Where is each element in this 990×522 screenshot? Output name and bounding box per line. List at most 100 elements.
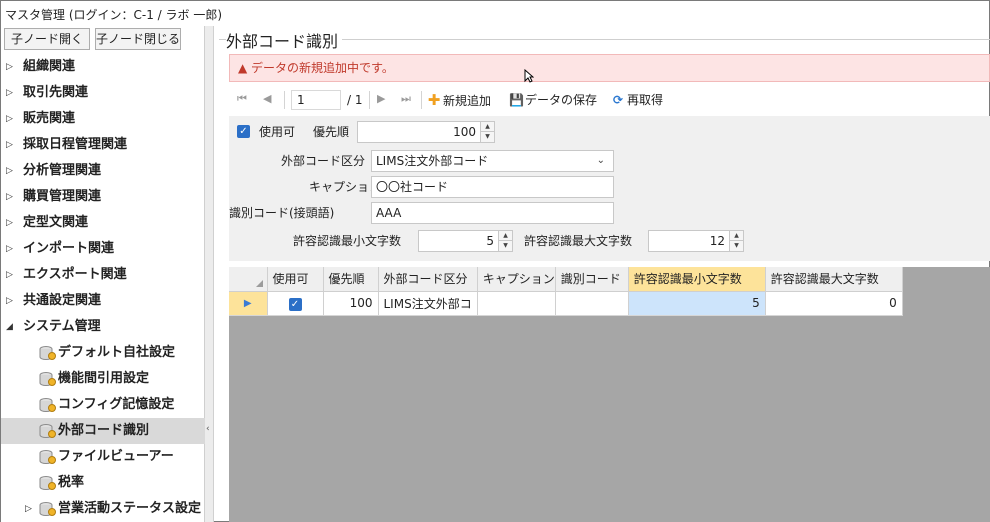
tree-child-item[interactable]: コンフィグ記憶設定 (1, 392, 205, 418)
column-header[interactable]: 許容認識最大文字数 (765, 267, 903, 292)
prefix-input[interactable]: AAA (371, 202, 614, 224)
left-panel: 子ノード開く 子ノード閉じる ▷ 組織関連 ▷ 取引先関連 ▷ 販売関連 ▷ 採取日程管… (1, 26, 205, 522)
data-grid: 使用可 優先順 外部コード区分 キャプション 識別コード 許容認識最小文字数 許… (229, 267, 903, 316)
nav-separator (369, 91, 370, 109)
database-icon (39, 372, 56, 387)
expand-arrow-icon[interactable]: ▷ (6, 262, 13, 288)
page-title: 外部コード識別 (226, 28, 343, 52)
checkbox-icon[interactable]: ✓ (288, 297, 302, 311)
tree-item[interactable]: ▷ 共通設定関連 (1, 288, 205, 314)
tree-child-item-selected[interactable]: 外部コード識別 (1, 418, 205, 444)
data-grid-area: 使用可 優先順 外部コード区分 キャプション 識別コード 許容認識最小文字数 許… (229, 267, 990, 522)
expand-arrow-icon[interactable]: ▷ (25, 496, 32, 522)
expand-arrow-icon[interactable]: ▷ (6, 288, 13, 314)
nav-separator (284, 91, 285, 109)
grid-cell-caption[interactable] (477, 291, 556, 316)
priority-label: 優先順 (313, 125, 350, 139)
grid-header-row: 使用可 優先順 外部コード区分 キャプション 識別コード 許容認識最小文字数 許… (229, 267, 903, 292)
column-header[interactable]: 優先順 (323, 267, 379, 292)
tree-item[interactable]: ▷ 購買管理関連 (1, 184, 205, 210)
category-select[interactable]: LIMS注文外部コード ⌄ (371, 150, 614, 172)
tree-item[interactable]: ▷ 定型文関連 (1, 210, 205, 236)
main-window: マスタ管理 (ログイン：C-1 / ラボ 一郎) 子ノード開く 子ノード閉じる … (0, 0, 990, 522)
database-icon (39, 476, 56, 491)
priority-spinner[interactable]: 100 ▲ ▼ (357, 121, 495, 143)
plus-icon: ✚ (427, 91, 441, 109)
column-header[interactable]: 識別コード (555, 267, 629, 292)
window-title: マスタ管理 (ログイン：C-1 / ラボ 一郎) (1, 1, 989, 25)
tree-child-item[interactable]: ▷ 営業活動ステータス設定 (1, 496, 205, 522)
add-record-button[interactable]: ✚ 新規追加 (427, 90, 491, 110)
grid-corner[interactable] (229, 267, 268, 292)
expand-arrow-icon[interactable]: ▷ (6, 158, 13, 184)
save-icon: 💾 (509, 93, 524, 107)
save-data-button[interactable]: 💾データの保存 (509, 90, 597, 110)
expand-arrow-icon[interactable]: ▷ (6, 54, 13, 80)
spinner-buttons[interactable]: ▲ ▼ (480, 122, 494, 142)
table-row[interactable]: ▶ ✓ 100 LIMS注文外部コ 5 0 (229, 291, 903, 316)
tree-child-item[interactable]: 税率 (1, 470, 205, 496)
edit-form: ✓ 使用可 優先順 100 ▲ ▼ 外部コード区分 LIMS注文外部コード ⌄ キ… (229, 116, 990, 261)
tree-item[interactable]: ▷ インポート関連 (1, 236, 205, 262)
prefix-label: 識別コード(接頭語) (229, 206, 335, 220)
tree-item[interactable]: ▷ 取引先関連 (1, 80, 205, 106)
last-record-icon[interactable]: ⏭ (401, 92, 411, 106)
caption-input[interactable]: 〇〇社コード (371, 176, 614, 198)
row-indicator-icon[interactable]: ▶ (229, 291, 268, 316)
tree-item[interactable]: ▷ 分析管理関連 (1, 158, 205, 184)
mouse-cursor-icon (524, 69, 534, 83)
expand-arrow-icon[interactable]: ▷ (6, 80, 13, 106)
tree-item-system[interactable]: ◢ システム管理 (1, 314, 205, 340)
tree-item[interactable]: ▷ 販売関連 (1, 106, 205, 132)
column-header-active[interactable]: 許容認識最小文字数 (628, 267, 766, 292)
max-length-label: 許容認識最大文字数 (524, 234, 633, 248)
grid-cell-enabled[interactable]: ✓ (267, 291, 324, 316)
tree-item[interactable]: ▷ 組織関連 (1, 54, 205, 80)
refresh-icon: ⟳ (612, 93, 624, 107)
record-navigator: ⏮ ◀ 1 / 1 ▶ ⏭ ✚ 新規追加 💾データの保存 ⟳ 再取得 (229, 88, 990, 112)
page-number-input[interactable]: 1 (291, 90, 341, 110)
grid-cell-min[interactable]: 5 (628, 291, 766, 316)
database-icon (39, 450, 56, 465)
nav-separator (421, 91, 422, 109)
tree-item[interactable]: ▷ エクスポート関連 (1, 262, 205, 288)
expand-arrow-icon[interactable]: ▷ (6, 132, 13, 158)
grid-cell-category[interactable]: LIMS注文外部コ (378, 291, 478, 316)
tree-child-item[interactable]: 機能間引用設定 (1, 366, 205, 392)
column-header[interactable]: キャプション (477, 267, 556, 292)
expand-arrow-icon[interactable]: ▷ (6, 106, 13, 132)
grid-cell-priority[interactable]: 100 (323, 291, 379, 316)
new-record-alert: ▲ データの新規追加中です。 (229, 54, 990, 82)
tree-child-item[interactable]: デフォルト自社設定 (1, 340, 205, 366)
panel-splitter[interactable]: ‹ (205, 26, 214, 522)
page-total: / 1 (347, 93, 363, 107)
collapse-panel-icon[interactable]: ‹ (206, 424, 210, 434)
database-icon (39, 346, 56, 361)
tree-child-item[interactable]: ファイルビューアー (1, 444, 205, 470)
expand-arrow-icon[interactable]: ▷ (6, 184, 13, 210)
prev-record-icon[interactable]: ◀ (263, 92, 271, 105)
chevron-down-icon: ⌄ (596, 155, 605, 166)
enabled-checkbox[interactable]: ✓ (237, 125, 250, 138)
category-label: 外部コード区分 (281, 154, 366, 168)
expand-nodes-button[interactable]: 子ノード開く (4, 28, 90, 50)
spinner-buttons[interactable]: ▲ ▼ (498, 231, 512, 251)
collapse-arrow-icon[interactable]: ◢ (6, 314, 13, 340)
grid-cell-max[interactable]: 0 (765, 291, 903, 316)
reload-button[interactable]: ⟳ 再取得 (611, 90, 663, 110)
next-record-icon[interactable]: ▶ (377, 92, 385, 105)
column-header[interactable]: 使用可 (267, 267, 324, 292)
grid-cell-prefix[interactable] (555, 291, 629, 316)
database-icon (39, 398, 56, 413)
database-icon (39, 424, 56, 439)
collapse-nodes-button[interactable]: 子ノード閉じる (95, 28, 181, 50)
max-length-spinner[interactable]: 12 ▲ ▼ (648, 230, 744, 252)
tree-item[interactable]: ▷ 採取日程管理関連 (1, 132, 205, 158)
spinner-buttons[interactable]: ▲ ▼ (729, 231, 743, 251)
expand-arrow-icon[interactable]: ▷ (6, 236, 13, 262)
first-record-icon[interactable]: ⏮ (237, 92, 247, 106)
expand-arrow-icon[interactable]: ▷ (6, 210, 13, 236)
min-length-spinner[interactable]: 5 ▲ ▼ (418, 230, 513, 252)
column-header[interactable]: 外部コード区分 (378, 267, 478, 292)
nav-tree: ▷ 組織関連 ▷ 取引先関連 ▷ 販売関連 ▷ 採取日程管理関連 ▷ 分析管理関連 ▷ 購買… (1, 54, 205, 522)
